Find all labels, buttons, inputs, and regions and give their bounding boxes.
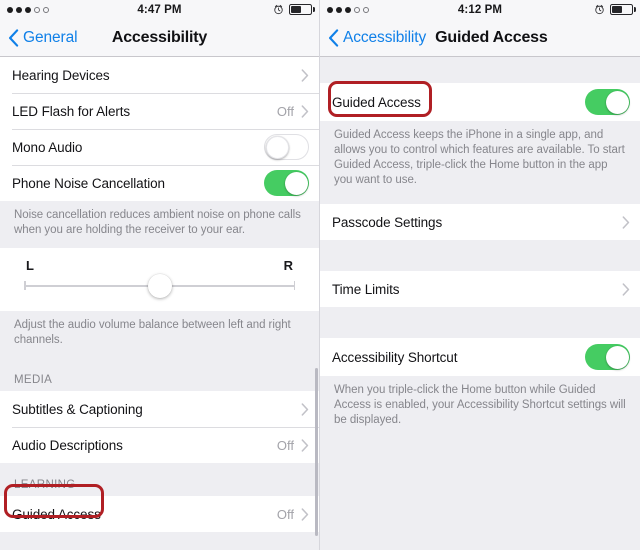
- row-label: Guided Access: [12, 506, 101, 522]
- back-to-accessibility-button[interactable]: Accessibility: [328, 29, 426, 47]
- guided-access-toggle[interactable]: [585, 89, 630, 115]
- row-label: Audio Descriptions: [12, 437, 123, 453]
- noise-cancellation-footer: Noise cancellation reduces ambient noise…: [0, 201, 319, 248]
- accessibility-shortcut-description: When you triple-click the Home button wh…: [320, 376, 640, 438]
- chevron-right-icon: [301, 507, 309, 521]
- chevron-right-icon: [301, 68, 309, 82]
- row-accessibility-shortcut[interactable]: Accessibility Shortcut: [320, 338, 640, 376]
- slider-cap-left: [24, 281, 26, 290]
- passcode-settings-group: Passcode Settings: [320, 204, 640, 240]
- row-led-flash-for-alerts[interactable]: LED Flash for Alerts Off: [0, 93, 319, 129]
- chevron-right-icon: [301, 104, 309, 118]
- row-phone-noise-cancellation[interactable]: Phone Noise Cancellation: [0, 165, 319, 201]
- hearing-settings-group: Hearing Devices LED Flash for Alerts Off: [0, 57, 319, 201]
- accessibility-shortcut-group: Accessibility Shortcut: [320, 338, 640, 376]
- row-label: Time Limits: [332, 281, 400, 297]
- guided-access-toggle-group: Guided Access: [320, 83, 640, 121]
- guided-access-description: Guided Access keeps the iPhone in a sing…: [320, 121, 640, 198]
- slider-right-label: R: [283, 258, 293, 273]
- right-phone-screen: 4:12 PM Accessibility Guided Access Guid…: [320, 0, 640, 550]
- slider-cap-right: [293, 281, 295, 290]
- chevron-right-icon: [622, 282, 630, 296]
- chevron-right-icon: [622, 215, 630, 229]
- row-label: Phone Noise Cancellation: [12, 175, 165, 191]
- row-label: Passcode Settings: [332, 214, 443, 230]
- row-label: Guided Access: [332, 94, 421, 110]
- media-section-header: MEDIA: [0, 358, 319, 391]
- media-settings-group: Subtitles & Captioning Audio Description…: [0, 391, 319, 463]
- dual-screenshot-stage: 4:47 PM General Accessibility Hearing De…: [0, 0, 640, 550]
- phone-noise-cancellation-toggle[interactable]: [264, 170, 309, 196]
- row-guided-access[interactable]: Guided Access Off: [0, 496, 319, 532]
- row-hearing-devices[interactable]: Hearing Devices: [0, 57, 319, 93]
- row-value: Off: [276, 506, 294, 522]
- right-page-title: Guided Access: [435, 28, 548, 46]
- slider-thumb[interactable]: [147, 274, 172, 298]
- row-audio-descriptions[interactable]: Audio Descriptions Off: [0, 427, 319, 463]
- chevron-right-icon: [301, 402, 309, 416]
- slider-left-label: L: [26, 258, 34, 273]
- row-mono-audio[interactable]: Mono Audio: [0, 129, 319, 165]
- audio-balance-slider-cell: L R: [0, 248, 319, 311]
- accessibility-shortcut-toggle[interactable]: [585, 344, 630, 370]
- row-subtitles-captioning[interactable]: Subtitles & Captioning: [0, 391, 319, 427]
- mono-audio-toggle[interactable]: [264, 134, 309, 160]
- audio-balance-footer: Adjust the audio volume balance between …: [0, 311, 319, 358]
- right-status-bar: 4:12 PM: [320, 0, 640, 19]
- left-page-title: Accessibility: [111, 28, 208, 46]
- left-status-clock: 4:47 PM: [137, 3, 182, 16]
- learning-settings-group: Guided Access Off: [0, 496, 319, 532]
- battery-icon: [610, 4, 636, 15]
- row-label: Subtitles & Captioning: [12, 401, 143, 417]
- left-status-bar: 4:47 PM: [0, 0, 319, 19]
- row-value: Off: [276, 103, 294, 119]
- row-time-limits[interactable]: Time Limits: [320, 271, 640, 307]
- audio-balance-slider[interactable]: [24, 274, 295, 298]
- row-label: Hearing Devices: [12, 67, 110, 83]
- left-phone-screen: 4:47 PM General Accessibility Hearing De…: [0, 0, 320, 550]
- learning-section-header: LEARNING: [0, 463, 319, 496]
- row-passcode-settings[interactable]: Passcode Settings: [320, 204, 640, 240]
- row-value: Off: [276, 437, 294, 453]
- left-scroll-indicator[interactable]: [315, 368, 318, 536]
- row-label: Accessibility Shortcut: [332, 349, 458, 365]
- back-label: Accessibility: [343, 28, 427, 46]
- battery-icon: [289, 4, 315, 15]
- left-nav-bar: General Accessibility: [0, 19, 319, 57]
- time-limits-group: Time Limits: [320, 271, 640, 307]
- row-label: Mono Audio: [12, 139, 83, 155]
- chevron-right-icon: [301, 438, 309, 452]
- chevron-left-icon: [329, 28, 339, 47]
- row-label: LED Flash for Alerts: [12, 103, 131, 119]
- row-guided-access-toggle[interactable]: Guided Access: [320, 83, 640, 121]
- right-nav-bar: Accessibility Guided Access: [320, 19, 640, 57]
- right-status-clock: 4:12 PM: [457, 3, 503, 16]
